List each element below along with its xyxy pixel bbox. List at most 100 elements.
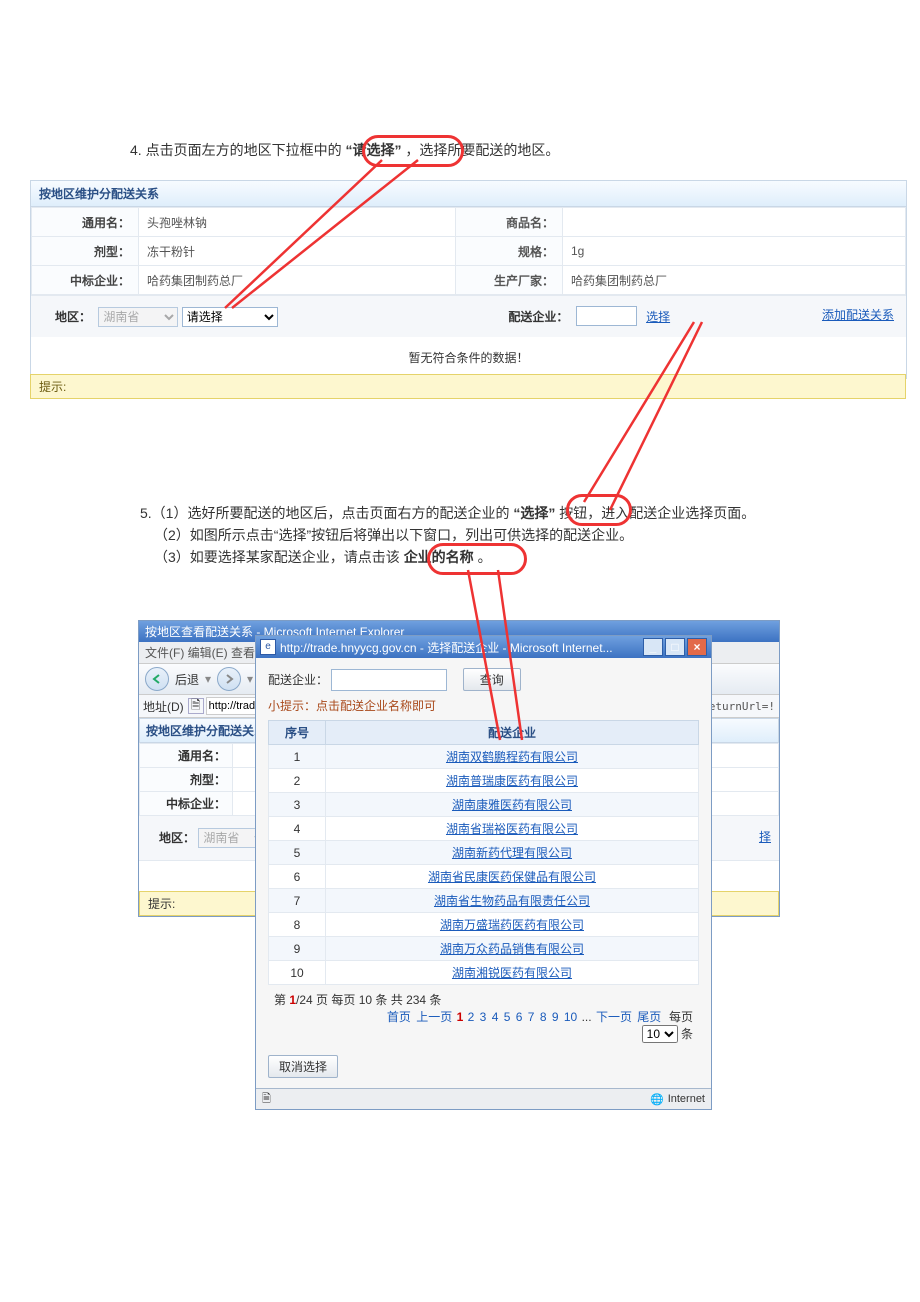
- globe-icon: 🌐: [650, 1093, 664, 1106]
- table-row: 4湖南省瑞裕医药有限公司: [269, 817, 699, 841]
- region-province-select: 湖南省: [98, 307, 178, 327]
- no-data-message: 暂无符合条件的数据！: [31, 337, 906, 378]
- company-link[interactable]: 湖南康雅医药有限公司: [452, 798, 572, 812]
- bg-label-region: 地区：: [147, 829, 195, 846]
- close-button[interactable]: ×: [687, 638, 707, 656]
- company-link[interactable]: 湖南普瑞康医药有限公司: [446, 774, 578, 788]
- value-dosage-form: 冻干粉针: [139, 237, 456, 266]
- company-link[interactable]: 湖南万众药品销售有限公司: [440, 942, 584, 956]
- pager-first[interactable]: 首页: [387, 1010, 411, 1024]
- col-header-name: 配送企业: [326, 721, 699, 745]
- value-bid-company: 哈药集团制药总厂: [139, 266, 456, 295]
- label-dist-company: 配送企业：: [504, 308, 568, 325]
- label-spec: 规格：: [456, 237, 563, 266]
- drug-info-table: 通用名： 头孢唑林钠 商品名： 剂型： 冻干粉针 规格： 1g 中标企业： 哈药…: [31, 207, 906, 295]
- table-row: 1湖南双鹤鹏程药有限公司: [269, 745, 699, 769]
- pager-prev[interactable]: 上一页: [416, 1010, 452, 1024]
- step5-instruction: 5.（1）选好所要配送的地区后，点击页面右方的配送企业的 “选择” 按钮，进入配…: [140, 502, 755, 568]
- company-link[interactable]: 湖南双鹤鹏程药有限公司: [446, 750, 578, 764]
- label-manufacturer: 生产厂家：: [456, 266, 563, 295]
- company-link[interactable]: 湖南省瑞裕医药有限公司: [446, 822, 578, 836]
- label-region: 地区：: [43, 308, 91, 325]
- pager-page[interactable]: 7: [528, 1010, 535, 1024]
- company-link[interactable]: 湖南省民康医药保健品有限公司: [428, 870, 596, 884]
- table-row: 10湖南湘锐医药有限公司: [269, 961, 699, 985]
- back-icon[interactable]: [145, 667, 169, 691]
- table-row: 5湖南新药代理有限公司: [269, 841, 699, 865]
- label-common-name: 通用名：: [32, 208, 139, 237]
- popup-search-row: 配送企业： 查询: [268, 668, 699, 691]
- value-product-name: [563, 208, 906, 237]
- cancel-select-button[interactable]: 取消选择: [268, 1055, 338, 1078]
- page: 4. 点击页面左方的地区下拉框中的 “请选择” ，选择所要配送的地区。 按地区维…: [0, 0, 920, 1302]
- company-link[interactable]: 湖南万盛瑞药医药有限公司: [440, 918, 584, 932]
- bg-tip-label: 提示:: [148, 897, 175, 911]
- dist-company-input[interactable]: [576, 306, 637, 326]
- maximize-button[interactable]: □: [665, 638, 685, 656]
- table-row: 6湖南省民康医药保健品有限公司: [269, 865, 699, 889]
- step4-instruction: 4. 点击页面左方的地区下拉框中的 “请选择” ，选择所要配送的地区。: [130, 140, 559, 160]
- popup-search-input[interactable]: [331, 669, 447, 691]
- forward-icon[interactable]: [217, 667, 241, 691]
- pager: 第 1/24 页 每页 10 条 共 234 条 首页 上一页 1 2 3 4 …: [268, 985, 699, 1049]
- pager-perpage-select[interactable]: 10: [642, 1025, 678, 1043]
- table-row: 8湖南万盛瑞药医药有限公司: [269, 913, 699, 937]
- status-zone: Internet: [668, 1093, 705, 1105]
- region-row: 地区： 湖南省 请选择 配送企业： 选择 添加配送关系: [31, 295, 906, 337]
- value-common-name: 头孢唑林钠: [139, 208, 456, 237]
- popup-title-text: http://trade.hnyycg.gov.cn - 选择配送企业 - Mi…: [280, 639, 613, 656]
- label-product-name: 商品名：: [456, 208, 563, 237]
- pager-last[interactable]: 尾页: [637, 1010, 661, 1024]
- pager-page[interactable]: 3: [480, 1010, 487, 1024]
- region-city-select[interactable]: 请选择: [182, 307, 278, 327]
- panel-title: 按地区维护分配送关系: [31, 181, 906, 207]
- bg-label-bid-company: 中标企业：: [140, 792, 233, 816]
- table-row: 2湖南普瑞康医药有限公司: [269, 769, 699, 793]
- company-list-table: 序号 配送企业 1湖南双鹤鹏程药有限公司 2湖南普瑞康医药有限公司 3湖南康雅医…: [268, 720, 699, 985]
- pager-page[interactable]: 5: [504, 1010, 511, 1024]
- table-row: 9湖南万众药品销售有限公司: [269, 937, 699, 961]
- company-link[interactable]: 湖南省生物药品有限责任公司: [434, 894, 590, 908]
- step4-text-suffix: ，选择所要配送的地区。: [405, 142, 559, 158]
- step4-text-prefix: 4. 点击页面左方的地区下拉框中的: [130, 142, 342, 158]
- tip-bar: 提示:: [30, 374, 906, 399]
- pager-page[interactable]: 9: [552, 1010, 559, 1024]
- pager-page[interactable]: 8: [540, 1010, 547, 1024]
- value-spec: 1g: [563, 237, 906, 266]
- minimize-button[interactable]: _: [643, 638, 663, 656]
- pager-page[interactable]: 4: [492, 1010, 499, 1024]
- popup-statusbar: 🗎 🌐 Internet: [256, 1088, 711, 1109]
- popup-window: e http://trade.hnyycg.gov.cn - 选择配送企业 - …: [255, 635, 712, 1110]
- add-relation-link[interactable]: 添加配送关系: [822, 306, 894, 323]
- status-page-icon: 🗎: [262, 1090, 271, 1109]
- popup-titlebar[interactable]: e http://trade.hnyycg.gov.cn - 选择配送企业 - …: [256, 636, 711, 658]
- popup-tip: 小提示：点击配送企业名称即可: [268, 697, 699, 714]
- maintain-panel: 按地区维护分配送关系 通用名： 头孢唑林钠 商品名： 剂型： 冻干粉针 规格： …: [30, 180, 907, 379]
- popup-search-label: 配送企业：: [268, 673, 328, 687]
- step5-line2: （2）如图所示点击“选择”按钮后将弹出以下窗口，列出可供选择的配送企业。: [154, 524, 755, 546]
- bg-select-link-fragment[interactable]: 择: [759, 828, 771, 845]
- pager-page[interactable]: 6: [516, 1010, 523, 1024]
- company-link[interactable]: 湖南湘锐医药有限公司: [452, 966, 572, 980]
- tip-label: 提示:: [39, 380, 66, 394]
- company-link[interactable]: 湖南新药代理有限公司: [452, 846, 572, 860]
- popup-search-button[interactable]: 查询: [463, 668, 521, 691]
- select-company-link[interactable]: 选择: [646, 310, 670, 324]
- col-header-index: 序号: [269, 721, 326, 745]
- table-row: 7湖南省生物药品有限责任公司: [269, 889, 699, 913]
- bg-label-dosage-form: 剂型：: [140, 768, 233, 792]
- step5-line3: （3）如要选择某家配送企业，请点击该 企业的名称 。: [154, 546, 755, 568]
- step5-line1: 5.（1）选好所要配送的地区后，点击页面右方的配送企业的 “选择” 按钮，进入配…: [140, 502, 755, 524]
- step4-highlight: “请选择”: [345, 142, 401, 158]
- pager-page[interactable]: 2: [468, 1010, 475, 1024]
- label-dosage-form: 剂型：: [32, 237, 139, 266]
- addr-label: 地址(D): [143, 698, 184, 715]
- value-manufacturer: 哈药集团制药总厂: [563, 266, 906, 295]
- label-bid-company: 中标企业：: [32, 266, 139, 295]
- back-label[interactable]: 后退: [175, 671, 199, 688]
- table-row: 3湖南康雅医药有限公司: [269, 793, 699, 817]
- pager-page[interactable]: 10: [564, 1010, 577, 1024]
- pager-next[interactable]: 下一页: [596, 1010, 632, 1024]
- page-icon: 🗎: [188, 698, 204, 714]
- bg-label-common-name: 通用名：: [140, 744, 233, 768]
